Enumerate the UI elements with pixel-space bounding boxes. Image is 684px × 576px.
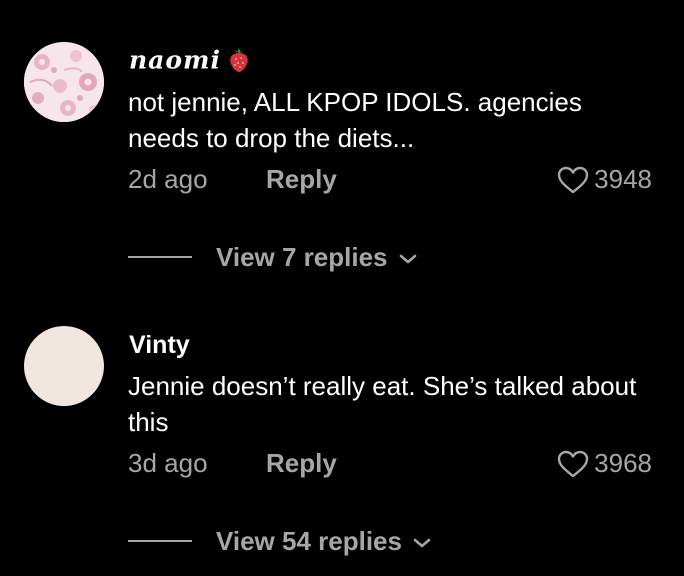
view-replies-label: View 54 replies [216, 525, 402, 556]
username-text: naomi [129, 45, 221, 75]
replies-divider [128, 540, 192, 542]
like-button[interactable]: 3968 [556, 448, 652, 479]
avatar[interactable] [24, 326, 104, 406]
reply-button[interactable]: Reply [266, 164, 337, 195]
username[interactable]: Vinty [129, 331, 190, 360]
comment-text: Jennie doesn’t really eat. She’s talked … [128, 371, 637, 437]
like-button[interactable]: 3948 [556, 164, 652, 195]
like-count: 3948 [594, 164, 652, 194]
avatar[interactable] [24, 42, 104, 122]
username-text: Vinty [129, 331, 190, 359]
like-count: 3968 [594, 448, 652, 478]
comment-item: Vinty Jennie doesn’t really eat. She’s t… [0, 290, 684, 576]
timestamp: 3d ago [128, 448, 208, 478]
reply-button[interactable]: Reply [266, 448, 337, 479]
comment-text: not jennie, ALL KPOP IDOLS. agencies nee… [128, 87, 582, 153]
heart-icon [556, 165, 590, 195]
view-replies-button[interactable]: View 54 replies [128, 524, 432, 558]
comment-meta: 2d ago Reply 3948 [128, 164, 652, 198]
username[interactable]: naomi [129, 45, 251, 79]
chevron-down-icon [398, 242, 418, 273]
floral-pattern-icon [24, 42, 104, 122]
chevron-down-icon [412, 526, 432, 557]
heart-icon [556, 449, 590, 479]
strawberry-icon [227, 45, 251, 79]
timestamp: 2d ago [128, 164, 208, 194]
comment-item: naomi not jennie, ALL KPOP IDOLS. agenci… [0, 0, 684, 290]
view-replies-label: View 7 replies [216, 241, 388, 272]
replies-divider [128, 256, 192, 258]
comment-meta: 3d ago Reply 3968 [128, 448, 652, 482]
view-replies-button[interactable]: View 7 replies [128, 240, 418, 274]
